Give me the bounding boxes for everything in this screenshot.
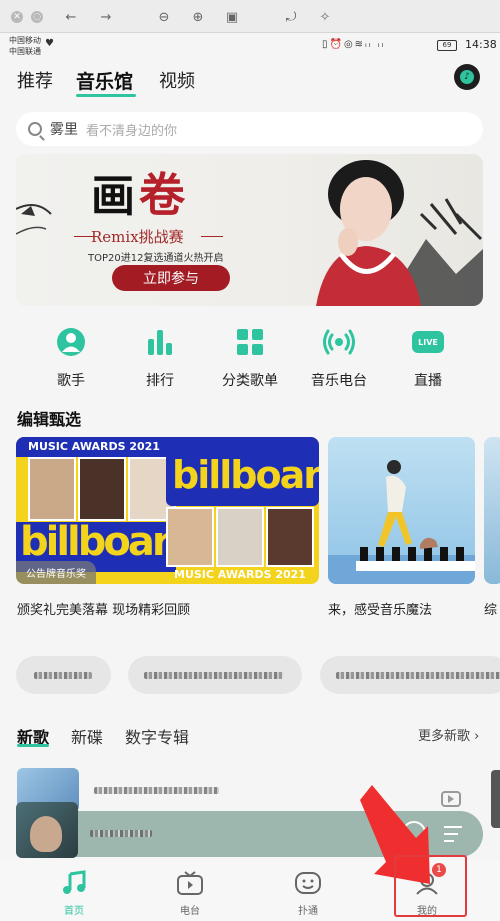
category-singer[interactable]: 歌手 [31,325,111,390]
brand-text-top: billboard [172,453,319,497]
divider-right [201,236,223,237]
battery-icon: 69 [437,40,457,51]
active-subtab-indicator [17,744,49,747]
now-playing-icon[interactable]: ♪ [454,64,480,90]
video-play-icon[interactable] [441,791,461,807]
banner-ink-art [16,160,483,306]
artist-photo [166,507,214,567]
more-new-songs-link[interactable]: 更多新歌 › [418,725,479,744]
artist-photo [216,507,264,567]
tv-icon [176,870,204,896]
chart-icon [143,325,177,359]
blurred-now-playing [90,830,152,837]
search-bar[interactable]: 雾里 看不清身边的你 [16,112,483,146]
close-icon[interactable]: ✕ [8,8,26,26]
banner-title-red: 卷 [139,168,189,222]
editor-picks-title: 编辑甄选 [17,410,82,429]
tag-pill[interactable] [320,656,500,694]
tab-video[interactable]: 视频 [159,67,195,93]
category-label: 歌手 [57,373,85,389]
card-caption: 综 [484,603,498,618]
carrier-2: 中国联通 [9,47,41,56]
banner-title: 画卷 [91,159,189,225]
banner-title-black: 画 [91,171,139,222]
artist-photo [28,457,76,521]
category-label: 分类歌单 [222,373,278,389]
blurred-song-title [94,787,219,794]
status-bar: 中国移动 中国联通 ♥ ▯⏰◎≋ᵢₗ ᵢₗ 69 14:38 [0,34,500,58]
fit-screen-icon[interactable]: ▣ [223,8,241,26]
category-label: 直播 [414,373,442,389]
mini-player[interactable] [16,811,483,857]
status-icons: ▯⏰◎≋ᵢₗ ᵢₗ [322,39,386,50]
category-live[interactable]: LIVE 直播 [388,325,468,390]
card-header: MUSIC AWARDS 2021 [28,440,160,453]
partial-card[interactable] [484,437,500,584]
billboard-card[interactable]: MUSIC AWARDS 2021 billboard billboard MU… [16,437,319,584]
card-footer: MUSIC AWARDS 2021 [174,568,306,581]
singer-icon [54,325,88,359]
clock: 14:38 [465,38,497,51]
tag-pill[interactable] [16,656,111,694]
tab-new-albums[interactable]: 新碟 [71,724,103,748]
annotation-highlight-box [394,855,467,917]
card-caption: 颁奖礼完美落幕 现场精彩回顾 [17,603,191,618]
banner-subtitle: Remix挑战赛 [91,228,184,246]
banner-info: TOP20进12复选通道火热开启 [88,253,224,264]
search-icon [28,122,42,136]
nav-label: 扑通 [298,906,318,917]
category-radio[interactable]: 音乐电台 [299,325,379,390]
partial-cover [491,770,500,828]
back-arrow-icon[interactable]: ← [62,8,80,26]
radio-icon [322,325,356,359]
play-pause-icon[interactable] [402,821,426,845]
more-new-songs-label: 更多新歌 [418,729,471,744]
nav-home[interactable]: 首页 [44,870,104,917]
card-caption: 来，感受音乐魔法 [328,603,433,618]
category-chart[interactable]: 排行 [120,325,200,390]
category-playlists[interactable]: 分类歌单 [210,325,290,390]
active-tab-indicator [76,94,136,97]
tab-digital-albums[interactable]: 数字专辑 [125,724,189,748]
magic-card[interactable] [328,437,475,584]
stop-icon[interactable]: ◌ [28,8,46,26]
join-now-button[interactable]: 立即参与 [112,265,230,291]
search-keyword: 雾里 [50,122,78,138]
award-tag: 公告牌音乐奖 [16,561,96,584]
playlist-icon[interactable] [444,823,466,843]
live-icon: LIVE [411,325,445,359]
magic-wand-icon[interactable]: ✧ [316,8,334,26]
tab-recommend[interactable]: 推荐 [17,67,53,93]
rotate-icon[interactable]: ⤾ [282,8,300,26]
artist-photo [78,457,126,521]
live-badge: LIVE [412,331,444,353]
grid-icon [233,325,267,359]
blurred-text [34,672,92,679]
browser-toolbar: ✕ ◌ ← → ⊖ ⊕ ▣ ⤾ ✧ [0,0,500,33]
nav-label: 电台 [180,906,200,917]
search-hint: 看不清身边的你 [86,123,178,139]
now-playing-cover[interactable] [16,802,78,858]
carrier-1: 中国移动 [9,36,41,45]
zoom-out-icon[interactable]: ⊖ [155,8,173,26]
nav-putong[interactable]: 扑通 [278,870,338,917]
blurred-text [144,672,284,679]
blurred-text [336,672,500,679]
category-label: 排行 [146,373,174,389]
tag-pill[interactable] [128,656,302,694]
magic-card-illustration [328,460,475,584]
promo-banner[interactable]: 画卷 Remix挑战赛 TOP20进12复选通道火热开启 立即参与 [16,154,483,306]
cover-face [30,816,62,852]
chat-icon [294,870,322,896]
heart-icon: ♥ [45,38,54,49]
nav-radio[interactable]: 电台 [160,870,220,917]
artist-photo [266,507,314,567]
tab-music-hall[interactable]: 音乐馆 [76,67,133,94]
music-note-icon [60,870,88,896]
category-label: 音乐电台 [311,373,367,389]
zoom-in-icon[interactable]: ⊕ [189,8,207,26]
forward-arrow-icon[interactable]: → [97,8,115,26]
nav-label: 首页 [64,906,84,917]
